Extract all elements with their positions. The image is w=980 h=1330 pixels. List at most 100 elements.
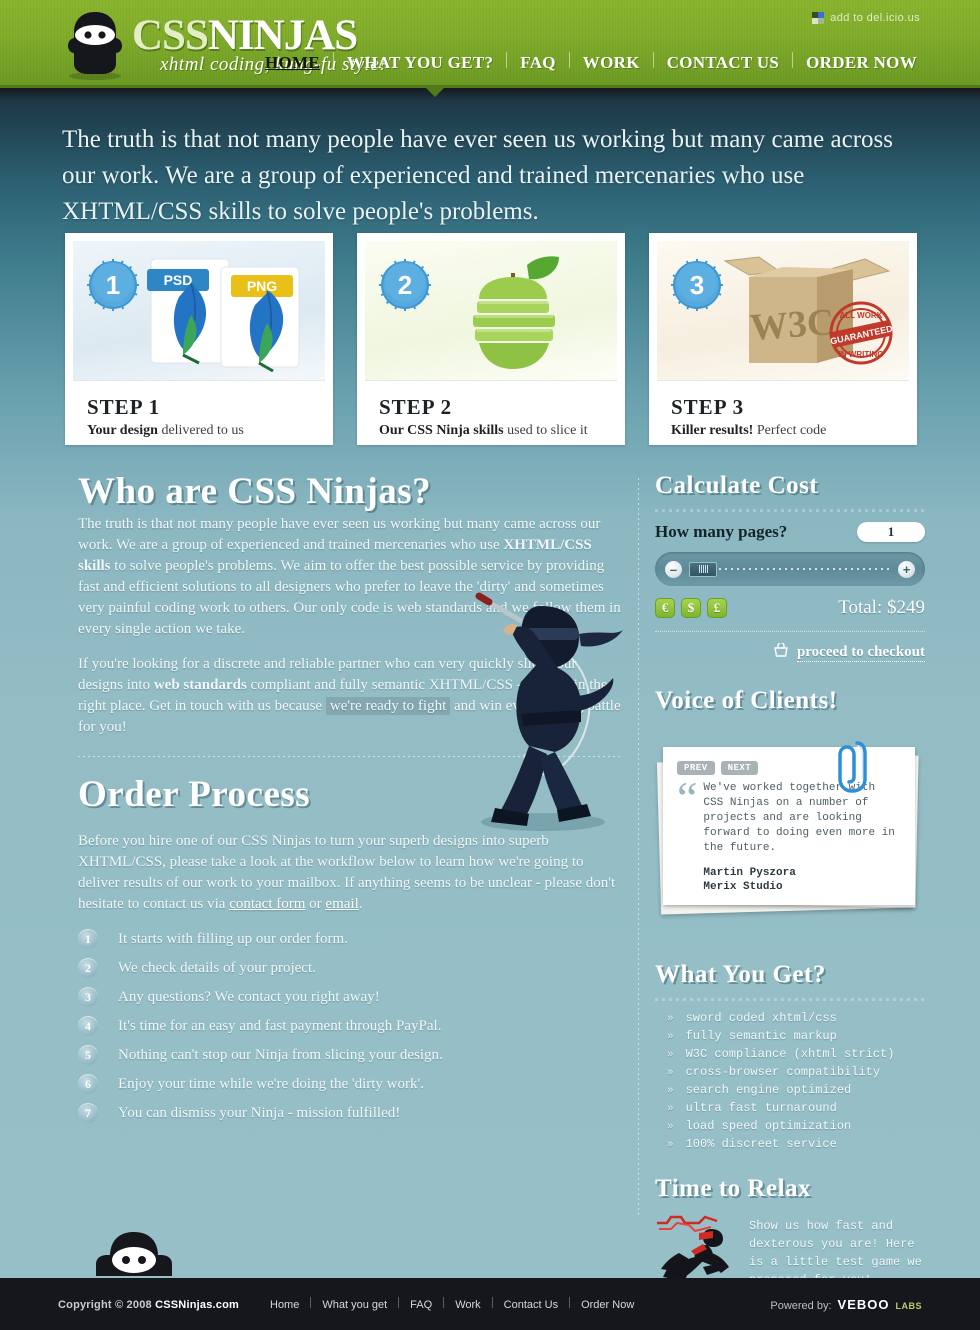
nav-item-contact-us[interactable]: CONTACT US	[654, 53, 792, 73]
order-step-number: 6	[78, 1074, 98, 1094]
svg-text:W3C: W3C	[749, 301, 836, 349]
order-step-number: 5	[78, 1045, 98, 1065]
nav-item-home[interactable]: HOME	[252, 53, 333, 73]
footer-nav-work[interactable]: Work	[444, 1299, 491, 1311]
list-item: 2 We check details of your project.	[78, 958, 623, 978]
contact-form-link[interactable]: contact form	[229, 896, 305, 912]
list-item: 7 You can dismiss your Ninja - mission fu…	[78, 1103, 623, 1123]
step-1-subtitle: Your design delivered to us	[87, 423, 315, 439]
slider-handle[interactable]	[689, 561, 717, 577]
pages-slider[interactable]: – +	[655, 552, 925, 586]
bullet-chevron-icon: »	[667, 1013, 674, 1025]
what-you-get-item-label: search engine optimized	[685, 1083, 852, 1097]
step-card-2[interactable]: 2 STEP 2 Our CSS Ninja skills used to sl…	[357, 233, 625, 445]
footer-nav-what-you-get[interactable]: What you get	[311, 1299, 398, 1311]
order-step-text: It starts with filling up our order form…	[118, 930, 348, 947]
testimonial-next-button[interactable]: NEXT	[720, 761, 759, 775]
list-item: 1 It starts with filling up our order for…	[78, 929, 623, 949]
bullet-chevron-icon: »	[667, 1031, 674, 1043]
step-card-1[interactable]: 1 PSD PNG STEP 1 Your design delivered t…	[65, 233, 333, 445]
step-2-subtitle: Our CSS Ninja skills used to slice it	[379, 423, 607, 439]
step-3-badge: 3	[671, 259, 723, 311]
list-item: » sword coded xhtml/css	[655, 1011, 925, 1025]
order-step-number: 4	[78, 1016, 98, 1036]
step-1-body: STEP 1 Your design delivered to us	[73, 381, 325, 439]
order-step-text: It's time for an easy and fast payment t…	[118, 1017, 442, 1034]
what-you-get-item-label: sword coded xhtml/css	[685, 1011, 837, 1025]
order-steps-list: 1 It starts with filling up our order for…	[78, 929, 623, 1123]
pages-count-input[interactable]: 1	[857, 522, 925, 542]
list-item: 6 Enjoy your time while we're doing the '…	[78, 1074, 623, 1094]
time-to-relax-heading: Time to Relax	[655, 1175, 812, 1202]
step-2-title: STEP 2	[379, 395, 453, 419]
what-you-get-item-label: W3C compliance (xhtml strict)	[685, 1047, 895, 1061]
footer-nav-faq[interactable]: FAQ	[399, 1299, 443, 1311]
order-step-text: Nothing can't stop our Ninja from slicin…	[118, 1046, 443, 1063]
nav-item-faq[interactable]: FAQ	[507, 53, 569, 73]
step-1-strong: Your design	[87, 423, 158, 438]
what-you-get-list: » sword coded xhtml/css » fully semantic m…	[655, 1011, 925, 1151]
site-footer: Copyright © 2008 CSSNinjas.com Home What…	[0, 1278, 980, 1330]
quote-mark-icon: “	[677, 772, 698, 823]
order-intro-c: .	[358, 896, 363, 912]
footer-nav-home[interactable]: Home	[259, 1299, 310, 1311]
list-item: » ultra fast turnaround	[655, 1101, 925, 1115]
total-price: Total: $249	[838, 597, 925, 618]
right-column: Calculate Cost How many pages? 1 – + € $…	[655, 470, 925, 1289]
copyright-text: Copyright © 2008 CSSNinjas.com	[58, 1299, 239, 1311]
main-nav: HOME WHAT YOU GET? FAQ WORK CONTACT US O…	[252, 52, 930, 73]
what-you-get-item-label: fully semantic markup	[685, 1029, 837, 1043]
testimonial-quote-body: “ We've worked together with CSS Ninjas …	[677, 772, 901, 894]
order-step-number: 7	[78, 1103, 98, 1123]
nav-item-order-now[interactable]: ORDER NOW	[793, 53, 930, 73]
currency-and-total-row: € $ £ Total: $249	[655, 597, 925, 619]
pages-question-label: How many pages?	[655, 522, 788, 541]
proceed-to-checkout-link[interactable]: proceed to checkout	[796, 644, 925, 662]
svg-text:PSD: PSD	[164, 272, 193, 288]
sliced-apple-icon	[473, 256, 559, 369]
site-header: add to del.icio.us CSSNINJAS xhtml codin…	[0, 0, 980, 88]
delicious-icon	[812, 12, 825, 24]
running-ninja-icon	[655, 1211, 741, 1281]
step-card-3[interactable]: 3 W3C GUARANTEED ALL WORK IN WRITING STE…	[649, 233, 917, 445]
currency-usd-button[interactable]: $	[681, 598, 701, 618]
veboo-brand[interactable]: VEBOO	[838, 1297, 890, 1312]
ninja-warrior-illustration	[433, 564, 643, 834]
pages-row: How many pages? 1	[655, 522, 925, 542]
slider-minus-button[interactable]: –	[665, 560, 682, 578]
who-p2-strong: web standards	[153, 677, 247, 693]
powered-by-label: Powered by:	[770, 1299, 832, 1312]
currency-eur-button[interactable]: €	[655, 598, 675, 618]
bullet-chevron-icon: »	[667, 1121, 674, 1133]
email-link[interactable]: email	[325, 896, 358, 912]
calculate-cost-heading: Calculate Cost	[655, 472, 819, 499]
bullet-chevron-icon: »	[667, 1103, 674, 1115]
nav-item-work[interactable]: WORK	[570, 53, 653, 73]
footer-nav: Home What you get FAQ Work Contact Us Or…	[259, 1297, 645, 1311]
order-step-number: 1	[78, 929, 98, 949]
what-you-get-item-label: ultra fast turnaround	[685, 1101, 837, 1115]
nav-item-what-you-get[interactable]: WHAT YOU GET?	[334, 53, 506, 73]
add-to-delicious-link[interactable]: add to del.icio.us	[812, 12, 920, 24]
currency-gbp-button[interactable]: £	[707, 598, 727, 618]
testimonial-content: PREV NEXT “ We've worked together with C…	[663, 747, 915, 905]
footer-nav-contact-us[interactable]: Contact Us	[493, 1299, 569, 1311]
voice-of-clients-heading: Voice of Clients!	[655, 687, 838, 714]
slider-track[interactable]	[689, 561, 891, 577]
testimonial-widget: PREV NEXT “ We've worked together with C…	[655, 733, 925, 923]
svg-text:3: 3	[690, 270, 704, 300]
step-3-rest: Perfect code	[753, 423, 827, 438]
slider-plus-button[interactable]: +	[898, 560, 915, 578]
list-item: » load speed optimization	[655, 1119, 925, 1133]
currency-selector: € $ £	[655, 598, 727, 618]
step-2-rest: used to slice it	[503, 423, 588, 438]
footer-left: Copyright © 2008 CSSNinjas.com Home What…	[58, 1297, 645, 1311]
order-step-text: You can dismiss your Ninja - mission ful…	[118, 1104, 401, 1121]
order-intro: Before you hire one of our CSS Ninjas to…	[78, 831, 623, 915]
heading-rule	[655, 998, 925, 1001]
heading-rule	[655, 509, 925, 512]
order-step-text: We check details of your project.	[118, 959, 316, 976]
footer-nav-order-now[interactable]: Order Now	[570, 1299, 645, 1311]
bullet-chevron-icon: »	[667, 1139, 674, 1151]
svg-text:IN WRITING: IN WRITING	[839, 350, 884, 359]
